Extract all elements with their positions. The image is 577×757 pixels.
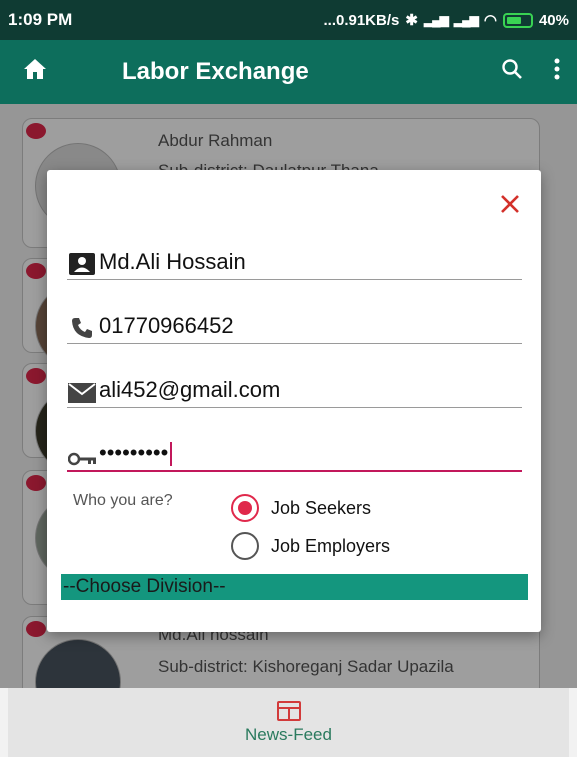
radio-checked-icon bbox=[231, 494, 259, 522]
mail-icon bbox=[67, 383, 97, 403]
bluetooth-icon: ✱ bbox=[405, 12, 418, 29]
close-icon[interactable] bbox=[499, 190, 521, 222]
name-value: Md.Ali Hossain bbox=[99, 249, 246, 274]
status-bar: 1:09 PM ...0.91KB/s ✱ ▂▄▆ ▂▄▆ ◠ 40% bbox=[0, 0, 577, 40]
radio-job-seekers[interactable]: Job Seekers bbox=[231, 494, 371, 522]
key-icon bbox=[67, 452, 97, 466]
name-field[interactable]: Md.Ali Hossain bbox=[67, 236, 522, 280]
signup-dialog: Md.Ali Hossain 01770966452 ali452@gmail.… bbox=[47, 170, 541, 632]
app-title: Labor Exchange bbox=[122, 58, 309, 85]
newspaper-icon[interactable] bbox=[276, 700, 301, 721]
radio-label: Job Seekers bbox=[271, 497, 372, 518]
signal-icon: ▂▄▆ bbox=[423, 13, 449, 27]
password-value: ••••••••• bbox=[99, 440, 169, 465]
more-vert-icon[interactable] bbox=[537, 58, 577, 87]
nav-news-feed[interactable]: News-Feed bbox=[245, 725, 332, 745]
contact-card-icon bbox=[67, 253, 97, 275]
radio-label: Job Employers bbox=[271, 535, 391, 556]
network-speed: ...0.91KB/s bbox=[323, 11, 400, 29]
battery-percent: 40% bbox=[538, 11, 569, 29]
text-cursor bbox=[170, 442, 173, 466]
signal-icon: ▂▄▆ bbox=[453, 13, 479, 27]
radio-unchecked-icon bbox=[231, 532, 259, 560]
status-time: 1:09 PM bbox=[8, 10, 73, 29]
division-dropdown[interactable]: --Choose Division-- bbox=[61, 574, 528, 600]
role-label: Who you are? bbox=[73, 492, 173, 509]
search-icon[interactable] bbox=[487, 58, 537, 87]
phone-value: 01770966452 bbox=[99, 313, 234, 338]
status-icons: ...0.91KB/s ✱ ▂▄▆ ▂▄▆ ◠ 40% bbox=[323, 11, 569, 30]
battery-icon bbox=[502, 12, 533, 28]
phone-field[interactable]: 01770966452 bbox=[67, 300, 522, 344]
home-icon[interactable] bbox=[0, 58, 70, 87]
bottom-nav: News-Feed bbox=[8, 688, 569, 757]
radio-job-employers[interactable]: Job Employers bbox=[231, 532, 390, 560]
email-value: ali452@gmail.com bbox=[99, 377, 281, 402]
phone-icon bbox=[67, 317, 97, 339]
wifi-icon: ◠ bbox=[483, 12, 497, 29]
app-bar: Labor Exchange bbox=[0, 40, 577, 104]
password-field[interactable]: ••••••••• bbox=[67, 428, 522, 472]
email-field[interactable]: ali452@gmail.com bbox=[67, 364, 522, 408]
